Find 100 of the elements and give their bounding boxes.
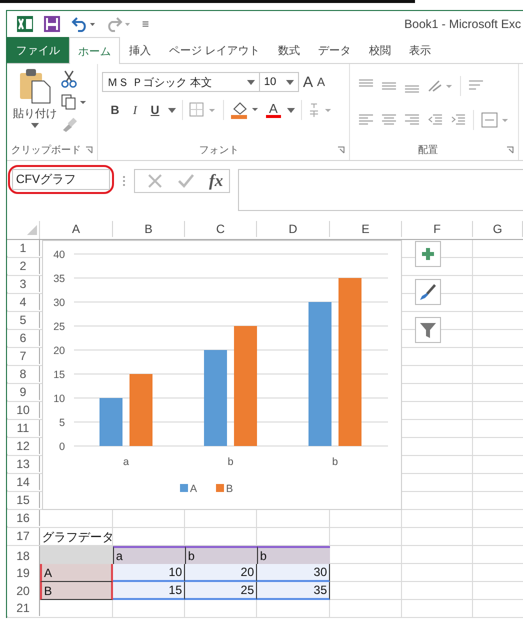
align-center-icon[interactable] xyxy=(381,113,397,127)
row-header[interactable]: 13 xyxy=(7,456,40,472)
row-header[interactable]: 18 xyxy=(7,546,40,566)
italic-button[interactable]: I xyxy=(128,102,142,118)
row-header[interactable]: 20 xyxy=(7,582,40,600)
ribbon-tab[interactable]: 校閲 xyxy=(360,37,400,63)
row-header[interactable]: 1 xyxy=(7,240,40,256)
enter-icon[interactable] xyxy=(177,173,195,189)
align-left-icon[interactable] xyxy=(358,113,374,127)
cell[interactable]: 20 xyxy=(185,564,257,582)
cut-icon[interactable] xyxy=(61,70,77,88)
cell[interactable]: 15 xyxy=(113,582,185,600)
row-header[interactable]: 4 xyxy=(7,294,40,310)
chart-elements-button[interactable] xyxy=(415,241,441,267)
dialog-launcher-icon[interactable] xyxy=(506,146,514,154)
row-header[interactable]: 5 xyxy=(7,312,40,328)
shrink-font-button[interactable]: A xyxy=(317,75,326,89)
column-header[interactable]: D xyxy=(257,221,330,237)
grip-icon xyxy=(122,175,126,187)
row-header[interactable]: 14 xyxy=(7,474,40,490)
row-header[interactable]: 7 xyxy=(7,348,40,364)
row-header[interactable]: 2 xyxy=(7,258,40,274)
align-right-icon[interactable] xyxy=(404,113,420,127)
underline-button[interactable]: U xyxy=(148,103,162,117)
column-header[interactable]: A xyxy=(40,221,113,237)
cell[interactable]: B xyxy=(40,582,113,600)
cell[interactable]: 30 xyxy=(257,564,330,582)
dialog-launcher-icon[interactable] xyxy=(337,146,345,154)
row-header[interactable]: 19 xyxy=(7,564,40,582)
undo-icon[interactable] xyxy=(70,16,96,32)
ribbon-tab[interactable]: ホーム xyxy=(69,37,120,64)
redo-icon[interactable] xyxy=(106,16,132,32)
y-tick-label: 20 xyxy=(53,345,65,357)
row-header[interactable]: 8 xyxy=(7,366,40,382)
row-header[interactable]: 9 xyxy=(7,384,40,400)
cell[interactable]: 10 xyxy=(113,564,185,582)
grow-font-button[interactable]: A xyxy=(303,74,314,90)
orientation-icon[interactable] xyxy=(427,79,453,93)
cell[interactable]: 35 xyxy=(257,582,330,600)
plus-icon xyxy=(420,246,436,262)
fill-color-icon[interactable] xyxy=(230,101,260,119)
y-tick-label: 35 xyxy=(53,273,65,285)
ribbon-tab[interactable]: データ xyxy=(309,37,360,63)
chart-filters-button[interactable] xyxy=(415,317,441,343)
clipboard-icon xyxy=(18,68,52,104)
paste-button[interactable]: 貼り付け xyxy=(11,68,59,140)
ribbon-tab[interactable]: 表示 xyxy=(400,37,440,63)
cancel-icon[interactable] xyxy=(147,173,163,189)
filter-icon xyxy=(419,321,437,339)
cell[interactable]: グラフデータ xyxy=(40,528,113,544)
chart-styles-button[interactable] xyxy=(415,279,441,305)
merge-icon[interactable] xyxy=(481,112,509,128)
caret-icon[interactable] xyxy=(286,108,295,112)
ribbon-tab[interactable]: ファイル xyxy=(7,37,69,63)
row-header[interactable]: 17 xyxy=(7,528,40,544)
cell[interactable]: a xyxy=(113,546,185,566)
column-header[interactable]: B xyxy=(113,221,185,237)
row-header[interactable]: 16 xyxy=(7,510,40,526)
column-header[interactable]: E xyxy=(330,221,402,237)
increase-indent-icon[interactable] xyxy=(450,113,466,127)
font-color-button[interactable]: A xyxy=(266,102,281,118)
customize-menu[interactable]: ≡ xyxy=(142,17,150,31)
font-name-field[interactable]: ＭＳ Ｐゴシック 本文 xyxy=(102,72,260,92)
row-header[interactable]: 6 xyxy=(7,330,40,346)
bold-button[interactable]: B xyxy=(108,103,122,117)
font-size-field[interactable]: 10 xyxy=(259,72,299,92)
select-all-icon[interactable] xyxy=(27,225,37,235)
formula-input[interactable] xyxy=(238,169,523,211)
column-header[interactable]: F xyxy=(402,221,473,237)
row-header[interactable]: 10 xyxy=(7,402,40,418)
cell[interactable] xyxy=(40,546,113,566)
borders-icon[interactable] xyxy=(189,102,217,118)
ribbon-tab[interactable]: 挿入 xyxy=(120,37,160,63)
insert-function-button[interactable]: fx xyxy=(209,171,224,191)
row-header[interactable]: 11 xyxy=(7,420,40,436)
y-tick-label: 25 xyxy=(53,321,65,333)
column-header[interactable]: C xyxy=(185,221,257,237)
ribbon-tab[interactable]: ページ レイアウト xyxy=(160,37,270,63)
cell[interactable]: A xyxy=(40,564,113,582)
row-header[interactable]: 3 xyxy=(7,276,40,292)
cell[interactable]: b xyxy=(257,546,330,566)
caret-icon xyxy=(31,123,39,128)
row-header[interactable]: 15 xyxy=(7,492,40,508)
cell[interactable]: b xyxy=(185,546,257,566)
dialog-launcher-icon[interactable] xyxy=(85,146,93,154)
column-header[interactable]: G xyxy=(473,221,523,237)
cell[interactable]: 25 xyxy=(185,582,257,600)
decrease-indent-icon[interactable] xyxy=(427,113,443,127)
caret-icon[interactable] xyxy=(168,108,176,112)
copy-icon[interactable] xyxy=(61,94,87,110)
row-header[interactable]: 12 xyxy=(7,438,40,454)
phonetic-icon[interactable] xyxy=(308,102,334,118)
name-box[interactable]: CFVグラフ xyxy=(12,169,110,190)
ribbon-tab[interactable]: 数式 xyxy=(269,37,310,63)
save-icon[interactable] xyxy=(44,16,60,32)
y-tick-label: 15 xyxy=(53,369,65,381)
row-header[interactable]: 21 xyxy=(7,600,40,616)
brush-icon[interactable] xyxy=(61,116,77,132)
legend-label: A xyxy=(190,483,198,495)
y-tick-label: 0 xyxy=(59,441,65,453)
